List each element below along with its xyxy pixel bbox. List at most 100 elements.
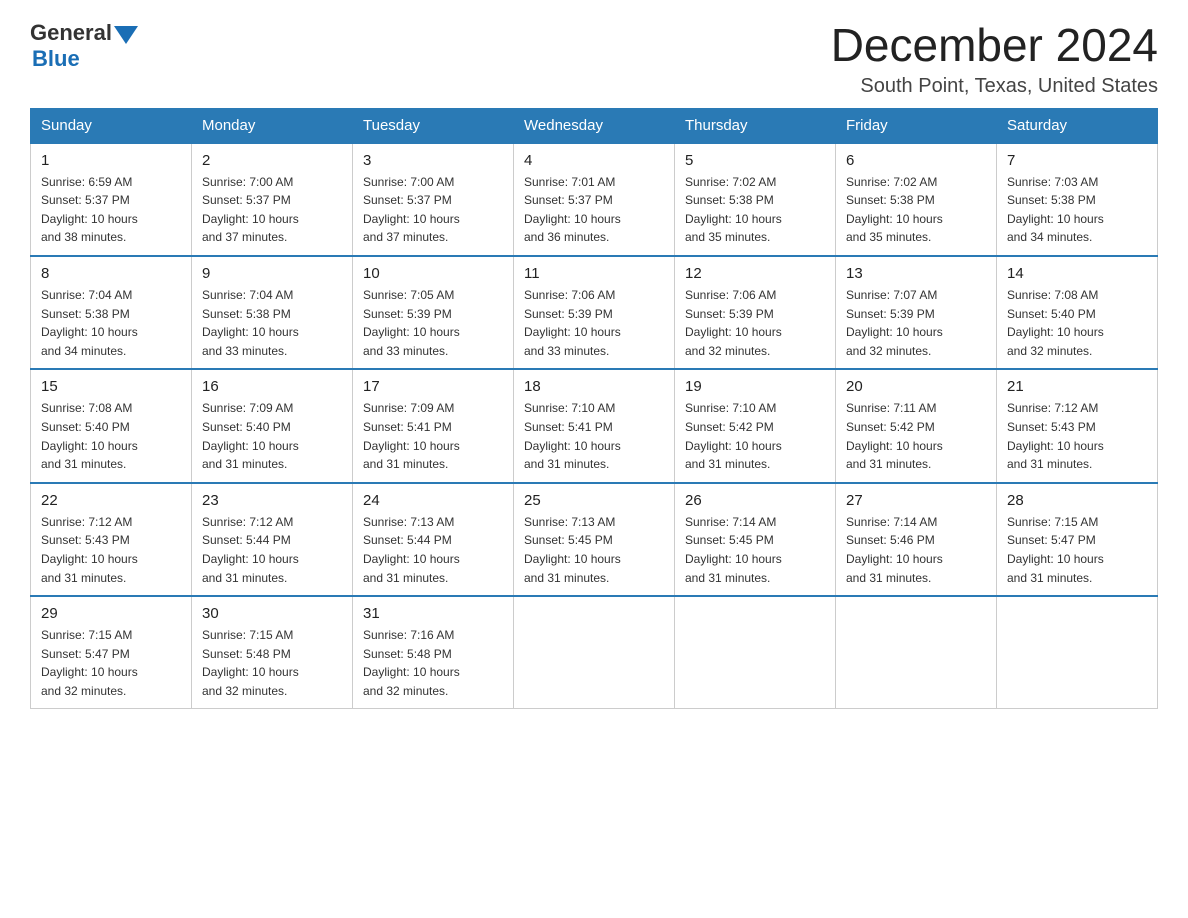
day-info: Sunrise: 7:12 AMSunset: 5:43 PMDaylight:…: [41, 513, 181, 587]
day-info: Sunrise: 7:13 AMSunset: 5:45 PMDaylight:…: [524, 513, 664, 587]
day-number: 12: [685, 265, 825, 282]
calendar-day-cell: 30Sunrise: 7:15 AMSunset: 5:48 PMDayligh…: [192, 596, 353, 709]
calendar-day-cell: 26 Sunrise: 7:14 AMSunset: 5:45 PMDayligh…: [675, 483, 836, 596]
day-number: 26: [685, 492, 825, 509]
day-number: 25: [524, 492, 664, 509]
day-info: Sunrise: 7:08 AMSunset: 5:40 PMDaylight:…: [1007, 286, 1147, 360]
day-number: 20: [846, 378, 986, 395]
calendar-day-cell: 16 Sunrise: 7:09 AMSunset: 5:40 PMDayligh…: [192, 369, 353, 482]
col-header-wednesday: Wednesday: [514, 108, 675, 143]
calendar-day-cell: 8Sunrise: 7:04 AMSunset: 5:38 PMDaylight…: [31, 256, 192, 369]
calendar-day-cell: 14Sunrise: 7:08 AMSunset: 5:40 PMDayligh…: [997, 256, 1158, 369]
day-info: Sunrise: 7:05 AMSunset: 5:39 PMDaylight:…: [363, 286, 503, 360]
day-number: 18: [524, 378, 664, 395]
calendar-day-cell: 13 Sunrise: 7:07 AMSunset: 5:39 PMDayligh…: [836, 256, 997, 369]
calendar-day-cell: 1 Sunrise: 6:59 AMSunset: 5:37 PMDaylight…: [31, 143, 192, 256]
day-info: Sunrise: 7:15 AMSunset: 5:47 PMDaylight:…: [41, 626, 181, 700]
logo-general-text: General: [30, 20, 112, 46]
day-number: 1: [41, 152, 181, 169]
calendar-table: SundayMondayTuesdayWednesdayThursdayFrid…: [30, 108, 1158, 710]
day-number: 28: [1007, 492, 1147, 509]
calendar-day-cell: 28 Sunrise: 7:15 AMSunset: 5:47 PMDayligh…: [997, 483, 1158, 596]
calendar-empty-cell: [836, 596, 997, 709]
calendar-week-row: 8 Sunrise: 7:04 AMSunset: 5:38 PMDaylight…: [31, 256, 1158, 369]
calendar-empty-cell: [997, 596, 1158, 709]
day-info: Sunrise: 7:06 AMSunset: 5:39 PMDaylight:…: [685, 286, 825, 360]
calendar-week-row: 1 Sunrise: 6:59 AMSunset: 5:37 PMDaylight…: [31, 143, 1158, 256]
day-info: Sunrise: 7:12 AMSunset: 5:44 PMDaylight:…: [202, 513, 342, 587]
calendar-empty-cell: [514, 596, 675, 709]
day-info: Sunrise: 7:14 AMSunset: 5:45 PMDaylight:…: [685, 513, 825, 587]
calendar-header-row: SundayMondayTuesdayWednesdayThursdayFrid…: [31, 108, 1158, 143]
day-number: 27: [846, 492, 986, 509]
day-info: Sunrise: 7:07 AMSunset: 5:39 PMDaylight:…: [846, 286, 986, 360]
day-info: Sunrise: 7:00 AMSunset: 5:37 PMDaylight:…: [202, 173, 342, 247]
logo-triangle-icon: [114, 26, 138, 44]
calendar-day-cell: 24 Sunrise: 7:13 AMSunset: 5:44 PMDayligh…: [353, 483, 514, 596]
location-subtitle: South Point, Texas, United States: [831, 75, 1158, 98]
day-info: Sunrise: 7:10 AMSunset: 5:42 PMDaylight:…: [685, 399, 825, 473]
day-number: 16: [202, 378, 342, 395]
day-number: 22: [41, 492, 181, 509]
col-header-saturday: Saturday: [997, 108, 1158, 143]
col-header-sunday: Sunday: [31, 108, 192, 143]
col-header-thursday: Thursday: [675, 108, 836, 143]
logo: General Blue: [30, 20, 138, 72]
day-number: 17: [363, 378, 503, 395]
day-number: 13: [846, 265, 986, 282]
day-info: Sunrise: 7:11 AMSunset: 5:42 PMDaylight:…: [846, 399, 986, 473]
calendar-day-cell: 22 Sunrise: 7:12 AMSunset: 5:43 PMDayligh…: [31, 483, 192, 596]
day-number: 31: [363, 605, 503, 622]
page-header: General Blue December 2024 South Point, …: [30, 20, 1158, 98]
day-info: Sunrise: 7:15 AMSunset: 5:47 PMDaylight:…: [1007, 513, 1147, 587]
day-info: Sunrise: 7:00 AMSunset: 5:37 PMDaylight:…: [363, 173, 503, 247]
day-info: Sunrise: 7:13 AMSunset: 5:44 PMDaylight:…: [363, 513, 503, 587]
day-info: Sunrise: 7:09 AMSunset: 5:41 PMDaylight:…: [363, 399, 503, 473]
calendar-day-cell: 5Sunrise: 7:02 AMSunset: 5:38 PMDaylight…: [675, 143, 836, 256]
logo-blue-text: Blue: [32, 46, 80, 72]
day-info: Sunrise: 7:04 AMSunset: 5:38 PMDaylight:…: [202, 286, 342, 360]
day-number: 8: [41, 265, 181, 282]
calendar-day-cell: 12 Sunrise: 7:06 AMSunset: 5:39 PMDayligh…: [675, 256, 836, 369]
calendar-day-cell: 4Sunrise: 7:01 AMSunset: 5:37 PMDaylight…: [514, 143, 675, 256]
day-info: Sunrise: 7:12 AMSunset: 5:43 PMDaylight:…: [1007, 399, 1147, 473]
col-header-tuesday: Tuesday: [353, 108, 514, 143]
day-info: Sunrise: 7:14 AMSunset: 5:46 PMDaylight:…: [846, 513, 986, 587]
calendar-week-row: 15 Sunrise: 7:08 AMSunset: 5:40 PMDayligh…: [31, 369, 1158, 482]
calendar-day-cell: 17 Sunrise: 7:09 AMSunset: 5:41 PMDayligh…: [353, 369, 514, 482]
day-info: Sunrise: 7:06 AMSunset: 5:39 PMDaylight:…: [524, 286, 664, 360]
day-info: Sunrise: 7:09 AMSunset: 5:40 PMDaylight:…: [202, 399, 342, 473]
calendar-day-cell: 15 Sunrise: 7:08 AMSunset: 5:40 PMDayligh…: [31, 369, 192, 482]
calendar-day-cell: 7Sunrise: 7:03 AMSunset: 5:38 PMDaylight…: [997, 143, 1158, 256]
day-number: 3: [363, 152, 503, 169]
day-number: 10: [363, 265, 503, 282]
calendar-day-cell: 11 Sunrise: 7:06 AMSunset: 5:39 PMDayligh…: [514, 256, 675, 369]
day-info: Sunrise: 7:16 AMSunset: 5:48 PMDaylight:…: [363, 626, 503, 700]
day-number: 7: [1007, 152, 1147, 169]
day-number: 29: [41, 605, 181, 622]
day-number: 6: [846, 152, 986, 169]
day-info: Sunrise: 7:02 AMSunset: 5:38 PMDaylight:…: [685, 173, 825, 247]
day-number: 23: [202, 492, 342, 509]
logo-top: General: [30, 20, 138, 46]
calendar-week-row: 22 Sunrise: 7:12 AMSunset: 5:43 PMDayligh…: [31, 483, 1158, 596]
calendar-day-cell: 19 Sunrise: 7:10 AMSunset: 5:42 PMDayligh…: [675, 369, 836, 482]
day-number: 11: [524, 265, 664, 282]
title-block: December 2024 South Point, Texas, United…: [831, 20, 1158, 98]
day-info: Sunrise: 7:08 AMSunset: 5:40 PMDaylight:…: [41, 399, 181, 473]
calendar-day-cell: 25 Sunrise: 7:13 AMSunset: 5:45 PMDayligh…: [514, 483, 675, 596]
day-number: 30: [202, 605, 342, 622]
day-number: 24: [363, 492, 503, 509]
day-number: 15: [41, 378, 181, 395]
calendar-day-cell: 18 Sunrise: 7:10 AMSunset: 5:41 PMDayligh…: [514, 369, 675, 482]
day-info: Sunrise: 6:59 AMSunset: 5:37 PMDaylight:…: [41, 173, 181, 247]
calendar-day-cell: 29 Sunrise: 7:15 AMSunset: 5:47 PMDayligh…: [31, 596, 192, 709]
calendar-day-cell: 27 Sunrise: 7:14 AMSunset: 5:46 PMDayligh…: [836, 483, 997, 596]
day-info: Sunrise: 7:10 AMSunset: 5:41 PMDaylight:…: [524, 399, 664, 473]
calendar-day-cell: 21Sunrise: 7:12 AMSunset: 5:43 PMDayligh…: [997, 369, 1158, 482]
calendar-day-cell: 6 Sunrise: 7:02 AMSunset: 5:38 PMDaylight…: [836, 143, 997, 256]
day-number: 4: [524, 152, 664, 169]
day-info: Sunrise: 7:02 AMSunset: 5:38 PMDaylight:…: [846, 173, 986, 247]
calendar-week-row: 29 Sunrise: 7:15 AMSunset: 5:47 PMDayligh…: [31, 596, 1158, 709]
day-number: 19: [685, 378, 825, 395]
